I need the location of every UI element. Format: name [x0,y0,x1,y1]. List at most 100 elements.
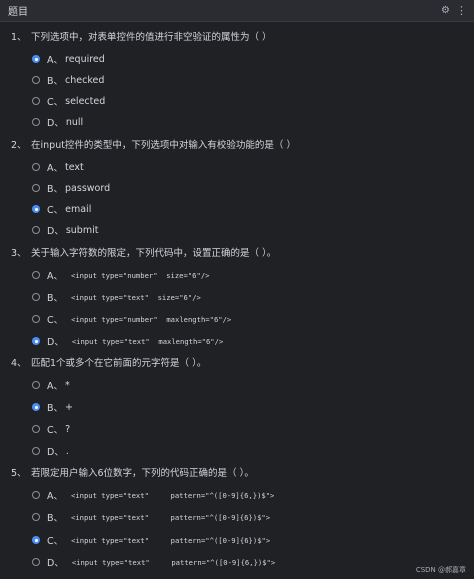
option-label: <input type="number" size="6"/> [71,270,210,280]
option-letter: C、 [47,536,64,547]
radio-unchecked-icon[interactable] [32,118,40,126]
question-text: 在input控件的类型中，下列选项中对输入有校验功能的是（ ） [31,140,296,151]
option-letter: B、 [47,76,64,87]
question-text: 下列选项中，对表单控件的值进行非空验证的属性为（ ） [31,32,272,43]
option-letter: A、 [47,271,63,282]
radio-unchecked-icon[interactable] [32,293,40,301]
question-number: 3、 [11,248,27,259]
option-letter: A、 [47,381,63,392]
question-number: 2、 [11,140,27,151]
option-row[interactable]: D、 <input type="text" maxlength="6"/> [32,334,223,348]
option-label: ? [65,423,71,435]
radio-unchecked-icon[interactable] [32,558,40,566]
option-letter: A、 [47,491,63,502]
option-row[interactable]: C、 email [32,202,91,216]
question-number: 1、 [11,32,27,43]
option-letter: A、 [47,163,63,174]
question-title: 2、 在input控件的类型中，下列选项中对输入有校验功能的是（ ） [11,137,296,151]
radio-unchecked-icon[interactable] [32,381,40,389]
option-row[interactable]: A、 text [32,160,84,174]
option-letter: C、 [47,205,64,216]
option-row[interactable]: B、 + [32,400,73,414]
option-letter: D、 [47,558,64,569]
radio-unchecked-icon[interactable] [32,76,40,84]
radio-unchecked-icon[interactable] [32,491,40,499]
question-text: 匹配1个或多个在它前面的元字符是（ ）。 [31,358,207,369]
option-label: * [65,379,70,391]
header-title: 题目 [8,7,28,18]
option-row[interactable]: D、. [32,444,69,458]
radio-unchecked-icon[interactable] [32,163,40,171]
option-row[interactable]: B、 <input type="text" size="6"/> [32,290,201,304]
radio-checked-icon[interactable] [32,337,40,345]
option-row[interactable]: C、 selected [32,94,105,108]
option-row[interactable]: B、 checked [32,73,104,87]
option-label: <input type="text" size="6"/> [71,292,201,302]
option-letter: B、 [47,513,64,524]
question-text: 若限定用户输入6位数字，下列的代码正确的是（ ）。 [31,468,254,479]
radio-unchecked-icon[interactable] [32,315,40,323]
radio-unchecked-icon[interactable] [32,184,40,192]
option-label: <input type="text" pattern="^([0-9]{6,})… [71,557,276,567]
option-row[interactable]: D、 submit [32,223,98,237]
option-label: <input type="text" pattern="^([0-9]{6})$… [71,512,271,522]
radio-checked-icon[interactable] [32,536,40,544]
option-row[interactable]: C、? [32,422,70,436]
option-letter: B、 [47,403,64,414]
header-bar: 题目 ⚙ ⋮ [0,0,474,22]
radio-unchecked-icon[interactable] [32,447,40,455]
radio-unchecked-icon[interactable] [32,97,40,105]
option-row[interactable]: A、 <input type="text" pattern="^([0-9]{6,… [32,488,274,502]
radio-unchecked-icon[interactable] [32,226,40,234]
gear-icon[interactable]: ⚙ [441,5,450,16]
option-label: null [65,116,84,128]
option-row[interactable]: C、 <input type="number" maxlength="6"/> [32,312,231,326]
option-label: . [65,445,69,457]
option-row[interactable]: D、 null [32,115,83,129]
question-title: 4、 匹配1个或多个在它前面的元字符是（ ）。 [11,355,206,369]
radio-unchecked-icon[interactable] [32,513,40,521]
option-letter: D、 [47,337,64,348]
option-label: submit [65,224,99,236]
option-letter: B、 [47,293,64,304]
option-row[interactable]: D、 <input type="text" pattern="^([0-9]{6,… [32,555,275,569]
option-label: <input type="text" maxlength="6"/> [71,336,224,346]
radio-checked-icon[interactable] [32,55,40,63]
option-label: <input type="text" pattern="^([0-9]{6,})… [71,490,275,500]
question-title: 5、 若限定用户输入6位数字，下列的代码正确的是（ ）。 [11,465,254,479]
question-title: 3、 关于输入字符数的限定，下列代码中，设置正确的是（ ）。 [11,245,276,259]
option-letter: C、 [47,425,64,436]
option-letter: C、 [47,315,64,326]
option-row[interactable]: B、 <input type="text" pattern="^([0-9]{6}… [32,510,270,524]
question-number: 4、 [11,358,27,369]
option-row[interactable]: C、 <input type="text" pattern="^([0-9]{6}… [32,533,270,547]
option-label: email [65,203,92,215]
option-label: text [65,161,84,173]
option-label: required [65,53,105,65]
radio-checked-icon[interactable] [32,205,40,213]
option-row[interactable]: A、 <input type="number" size="6"/> [32,268,209,282]
option-letter: D、 [47,226,64,237]
radio-unchecked-icon[interactable] [32,271,40,279]
option-row[interactable]: A、 * [32,378,70,392]
option-label: selected [65,95,106,107]
radio-checked-icon[interactable] [32,403,40,411]
option-label: checked [65,74,105,86]
question-number: 5、 [11,468,27,479]
option-row[interactable]: A、 required [32,52,105,66]
watermark: CSDN @郝嘉章 [415,566,466,574]
question-title: 1、 下列选项中，对表单控件的值进行非空验证的属性为（ ） [11,29,272,43]
option-letter: A、 [47,55,63,66]
option-letter: D、 [47,447,64,458]
option-label: <input type="text" pattern="^([0-9]{6})$… [71,535,271,545]
option-letter: B、 [47,184,64,195]
option-letter: C、 [47,97,64,108]
option-label: password [65,182,111,194]
option-label: <input type="number" maxlength="6"/> [71,314,232,324]
menu-icon[interactable]: ⋮ [456,5,467,16]
header-icons: ⚙ ⋮ [441,5,467,16]
radio-unchecked-icon[interactable] [32,425,40,433]
option-row[interactable]: B、 password [32,181,110,195]
option-label: + [65,401,73,413]
option-letter: D、 [47,118,64,129]
